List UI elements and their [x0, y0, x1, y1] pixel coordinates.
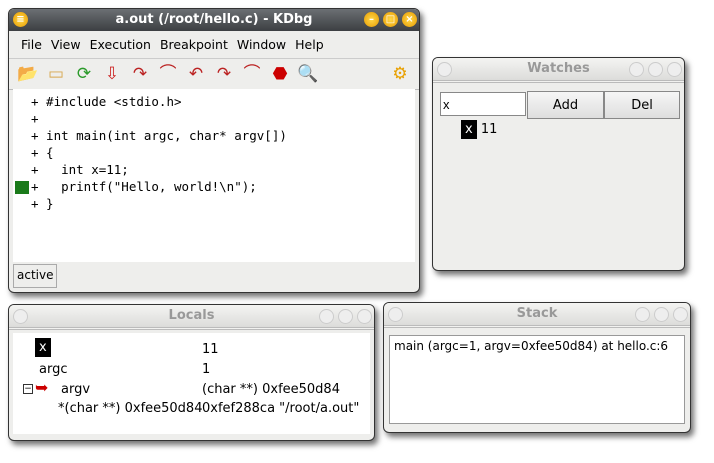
watch-expression-input[interactable] [440, 92, 526, 116]
stack-frame[interactable]: main (argc=1, argv=0xfee50d84) at hello.… [390, 336, 684, 356]
var-value: 0xfef288ca "/root/a.out" [202, 401, 360, 416]
collapse-icon[interactable]: − [23, 384, 33, 394]
watch-value: 11 [480, 122, 498, 137]
title-bar[interactable]: Stack [384, 303, 690, 328]
window-menu-icon[interactable] [388, 307, 403, 322]
minimize-icon[interactable] [629, 62, 644, 77]
close-icon[interactable] [673, 307, 688, 322]
step-into-instruction-icon[interactable]: ↷ [213, 63, 235, 85]
close-icon[interactable] [667, 62, 682, 77]
stack-list[interactable]: main (argc=1, argv=0xfee50d84) at hello.… [389, 335, 685, 424]
maximize-icon[interactable] [648, 62, 663, 77]
maximize-icon[interactable] [338, 309, 353, 324]
window-title: a.out (/root/hello.c) - KDbg [115, 12, 313, 27]
load-core-icon[interactable]: ⇩ [101, 63, 123, 85]
open-source-icon[interactable]: ▭ [45, 63, 67, 85]
menu-breakpoint[interactable]: Breakpoint [160, 37, 228, 52]
settings-icon[interactable]: ⚙ [389, 63, 411, 85]
var-value: (char **) 0xfee50d84 [202, 382, 340, 397]
title-bar[interactable]: ≡ a.out (/root/hello.c) - KDbg – □ × [9, 9, 419, 31]
code-line: + { [31, 145, 54, 160]
var-value: 11 [202, 342, 219, 357]
code-line: + printf("Hello, world!\n"); [31, 179, 257, 194]
var-name: x [35, 338, 51, 357]
menu-file[interactable]: File [21, 37, 42, 52]
tree-row[interactable]: x [35, 338, 51, 357]
var-name[interactable]: argc [39, 362, 67, 377]
menu-window[interactable]: Window [237, 37, 286, 52]
code-line: + } [31, 196, 54, 211]
menu-execution[interactable]: Execution [90, 37, 151, 52]
step-out-icon[interactable]: ↶ [185, 63, 207, 85]
code-line: + [31, 111, 39, 126]
locals-window: Locals x 11 argc 1 − ➥ argv (char **) 0x… [8, 304, 375, 441]
code-line: + int main(int argc, char* argv[]) [31, 128, 287, 143]
open-executable-icon[interactable]: 📂 [17, 63, 39, 85]
step-over-instruction-icon[interactable]: ⌒ [241, 63, 263, 85]
window-menu-icon[interactable] [13, 309, 28, 324]
status-bar: active [13, 264, 58, 288]
maximize-icon[interactable]: □ [383, 12, 398, 27]
menu-bar: File View Execution Breakpoint Window He… [9, 31, 419, 58]
code-line: + #include <stdio.h> [31, 94, 182, 109]
locals-tree[interactable]: x 11 argc 1 − ➥ argv (char **) 0xfee50d8… [13, 333, 370, 434]
close-icon[interactable] [357, 309, 372, 324]
menu-view[interactable]: View [51, 37, 81, 52]
toolbar: 📂 ▭ ⟳ ⇩ ↷ ⌒ ↶ ↷ ⌒ ⬣ 🔍 ⚙ [9, 58, 419, 90]
var-name[interactable]: *(char **) 0xfee50d84 [58, 401, 202, 416]
reload-icon[interactable]: ⟳ [73, 63, 95, 85]
title-bar[interactable]: Locals [9, 305, 374, 330]
var-value: 1 [202, 362, 211, 377]
step-over-icon[interactable]: ⌒ [157, 63, 179, 85]
menu-help[interactable]: Help [295, 37, 324, 52]
window-title: Watches [527, 61, 590, 76]
source-view[interactable]: + #include <stdio.h> + + int main(int ar… [13, 89, 415, 262]
step-into-icon[interactable]: ↷ [129, 63, 151, 85]
window-title: Locals [168, 308, 215, 323]
close-icon[interactable]: × [402, 12, 417, 27]
window-title: Stack [516, 306, 558, 321]
find-icon[interactable]: 🔍 [297, 63, 319, 85]
minimize-icon[interactable] [635, 307, 650, 322]
watch-list[interactable]: x 11 [461, 120, 498, 139]
window-menu-icon[interactable] [437, 62, 452, 77]
del-button[interactable]: Del [604, 91, 680, 119]
watches-window: Watches Add Del x 11 [432, 57, 685, 271]
window-menu-icon[interactable]: ≡ [13, 12, 28, 27]
var-name[interactable]: argv [61, 382, 90, 397]
code-line: + int x=11; [31, 162, 129, 177]
title-bar[interactable]: Watches [433, 58, 684, 83]
minimize-icon[interactable] [319, 309, 334, 324]
maximize-icon[interactable] [654, 307, 669, 322]
stop-icon[interactable]: ⬣ [269, 63, 291, 85]
current-line-marker-icon [15, 181, 29, 194]
kdbg-window: ≡ a.out (/root/hello.c) - KDbg – □ × Fil… [8, 8, 420, 293]
minimize-icon[interactable]: – [364, 12, 379, 27]
stack-window: Stack main (argc=1, argv=0xfee50d84) at … [383, 302, 691, 433]
watch-name[interactable]: x [461, 120, 477, 139]
add-button[interactable]: Add [527, 91, 604, 119]
pointer-arrow-icon: ➥ [35, 378, 49, 397]
